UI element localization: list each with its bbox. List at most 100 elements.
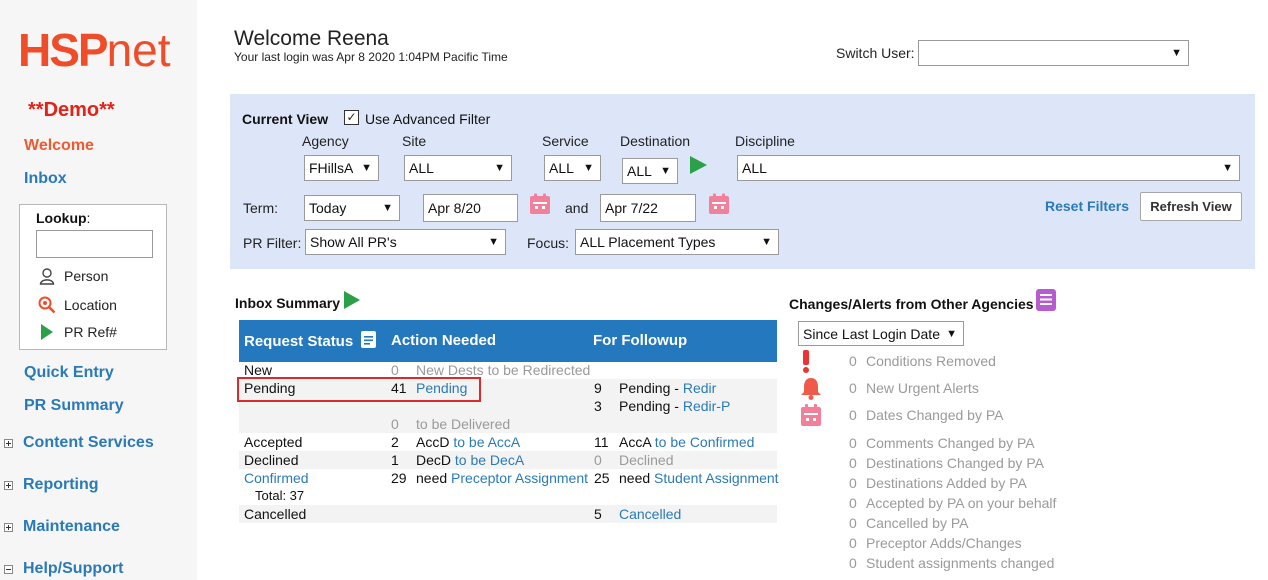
term-select[interactable]: Today ▼ (304, 195, 400, 221)
lookup-pr-ref[interactable]: PR Ref# (38, 323, 117, 341)
chevron-down-icon: ▼ (494, 162, 505, 174)
lookup-person[interactable]: Person (38, 267, 108, 285)
chevron-down-icon: ▼ (660, 165, 671, 177)
book-icon[interactable] (1035, 288, 1057, 315)
accepted-followup: AccA to be Confirmed (619, 434, 755, 450)
new-action-text: New Dests to be Redirected (416, 362, 591, 378)
pending-redir-p-link[interactable]: Redir-P (683, 398, 730, 414)
date-to-input[interactable]: Apr 7/22 (600, 194, 696, 222)
expand-icon (4, 480, 13, 490)
pending-redir: Pending - Redir (619, 380, 717, 396)
sidebar: HSPnet **Demo** Welcome Inbox Lookup: Pe… (0, 0, 197, 580)
calendar-icon[interactable] (529, 193, 551, 215)
lookup-label: Lookup: (36, 210, 91, 226)
alert-destinations-changed[interactable]: 0 Destinations Changed by PA (849, 455, 1044, 471)
calendar-icon[interactable] (708, 193, 730, 215)
sidebar-item-pr-summary[interactable]: PR Summary (24, 397, 124, 415)
current-view-title: Current View (242, 111, 329, 127)
accepted-action-link[interactable]: to be AccA (453, 434, 520, 450)
destination-label: Destination (620, 133, 691, 149)
use-advanced-filter-label: Use Advanced Filter (365, 111, 491, 127)
lookup-location[interactable]: Location (38, 296, 117, 314)
focus-select[interactable]: ALL Placement Types ▼ (575, 229, 779, 255)
alert-comments-changed[interactable]: 0 Comments Changed by PA (849, 435, 1035, 451)
alert-destinations-added[interactable]: 0 Destinations Added by PA (849, 475, 1027, 491)
accepted-action: AccD to be AccA (416, 434, 521, 450)
alert-cancelled-by-pa[interactable]: 0 Cancelled by PA (849, 515, 968, 531)
agency-label: Agency (302, 133, 349, 149)
pending-redir-p-count: 3 (594, 398, 602, 414)
switch-user-label: Switch User: (836, 45, 915, 61)
service-select[interactable]: ALL ▼ (544, 155, 601, 181)
alert-student-assignments[interactable]: 0 Student assignments changed (849, 555, 1054, 571)
table-row-bg (239, 505, 777, 523)
declined-followup-count: 0 (594, 452, 602, 468)
site-select[interactable]: ALL ▼ (404, 155, 512, 181)
switch-user-select[interactable]: ▼ (918, 40, 1189, 66)
location-search-icon (38, 296, 56, 314)
since-last-login-select[interactable]: Since Last Login Date ▼ (798, 321, 964, 346)
alert-dates-changed[interactable]: 0 Dates Changed by PA (849, 407, 1004, 423)
sidebar-item-welcome[interactable]: Welcome (24, 137, 94, 155)
confirmed-action-count: 29 (391, 470, 407, 486)
current-view-panel: Current View ✓ Use Advanced Filter Agenc… (230, 94, 1255, 269)
apply-destination-go-icon[interactable] (690, 156, 707, 174)
pending-redir-link[interactable]: Redir (683, 380, 716, 396)
destination-select[interactable]: ALL ▼ (622, 158, 678, 184)
alert-conditions-removed[interactable]: 0 Conditions Removed (849, 353, 996, 369)
accepted-action-count: 2 (391, 434, 399, 450)
inbox-summary-title: Inbox Summary (235, 295, 341, 311)
hspnet-logo[interactable]: HSPnet (18, 24, 171, 76)
accepted-followup-link[interactable]: to be Confirmed (655, 434, 755, 450)
confirmed-followup: need Student Assignment (619, 470, 779, 486)
pr-filter-select[interactable]: Show All PR's ▼ (305, 229, 506, 255)
status-declined: Declined (244, 452, 299, 468)
lookup-person-label: Person (64, 268, 109, 284)
lookup-pr-ref-label: PR Ref# (64, 324, 117, 340)
chevron-down-icon: ▼ (488, 236, 499, 248)
request-status-header: Request Status (244, 333, 354, 350)
declined-action: DecD to be DecA (416, 452, 525, 468)
sidebar-group-content-services[interactable]: Content Services (4, 434, 154, 452)
refresh-view-button[interactable]: Refresh View (1140, 192, 1242, 221)
confirmed-action: need Preceptor Assignment (416, 470, 589, 486)
go-arrow-icon[interactable] (343, 290, 361, 313)
sidebar-item-quick-entry[interactable]: Quick Entry (24, 364, 114, 382)
status-confirmed-link[interactable]: Confirmed (244, 470, 309, 486)
collapse-icon (4, 564, 13, 574)
agency-select[interactable]: FHillsA ▼ (304, 155, 379, 181)
sidebar-group-help-support[interactable]: Help/Support (4, 560, 123, 578)
sidebar-group-maintenance[interactable]: Maintenance (4, 518, 120, 536)
chevron-down-icon: ▼ (361, 162, 372, 174)
sidebar-group-reporting[interactable]: Reporting (4, 476, 99, 494)
chevron-down-icon: ▼ (382, 202, 393, 214)
student-assignment-link[interactable]: Student Assignment (654, 470, 779, 486)
discipline-select[interactable]: ALL ▼ (737, 155, 1240, 181)
declined-action-link[interactable]: to be DecA (455, 452, 524, 468)
chevron-down-icon: ▼ (946, 328, 957, 340)
date-from-input[interactable]: Apr 8/20 (423, 194, 518, 222)
alert-accepted-on-behalf[interactable]: 0 Accepted by PA on your behalf (849, 495, 1056, 511)
cancelled-followup-link[interactable]: Cancelled (619, 506, 681, 522)
reset-filters-link[interactable]: Reset Filters (1045, 198, 1129, 214)
alerts-title: Changes/Alerts from Other Agencies (789, 296, 1034, 312)
chevron-down-icon: ▼ (1171, 47, 1182, 59)
pending-redir-count: 9 (594, 380, 602, 396)
go-arrow-icon (38, 323, 56, 341)
chevron-down-icon: ▼ (583, 162, 594, 174)
alert-new-urgent[interactable]: 0 New Urgent Alerts (849, 380, 979, 396)
preceptor-assignment-link[interactable]: Preceptor Assignment (451, 470, 588, 486)
lookup-input[interactable] (36, 230, 153, 258)
discipline-label: Discipline (735, 133, 795, 149)
sidebar-item-inbox[interactable]: Inbox (24, 170, 67, 188)
demo-label: **Demo** (28, 99, 115, 121)
alert-preceptor-changes[interactable]: 0 Preceptor Adds/Changes (849, 535, 1022, 551)
confirmed-followup-count: 25 (594, 470, 610, 486)
inbox-table-header: Request Status Action Needed For Followu… (239, 320, 777, 362)
lookup-location-label: Location (64, 297, 117, 313)
bell-icon (799, 376, 823, 403)
and-label: and (565, 200, 589, 216)
notes-icon[interactable] (360, 330, 377, 353)
use-advanced-filter-checkbox[interactable]: ✓ (344, 110, 359, 125)
to-be-delivered-count: 0 (391, 416, 399, 432)
